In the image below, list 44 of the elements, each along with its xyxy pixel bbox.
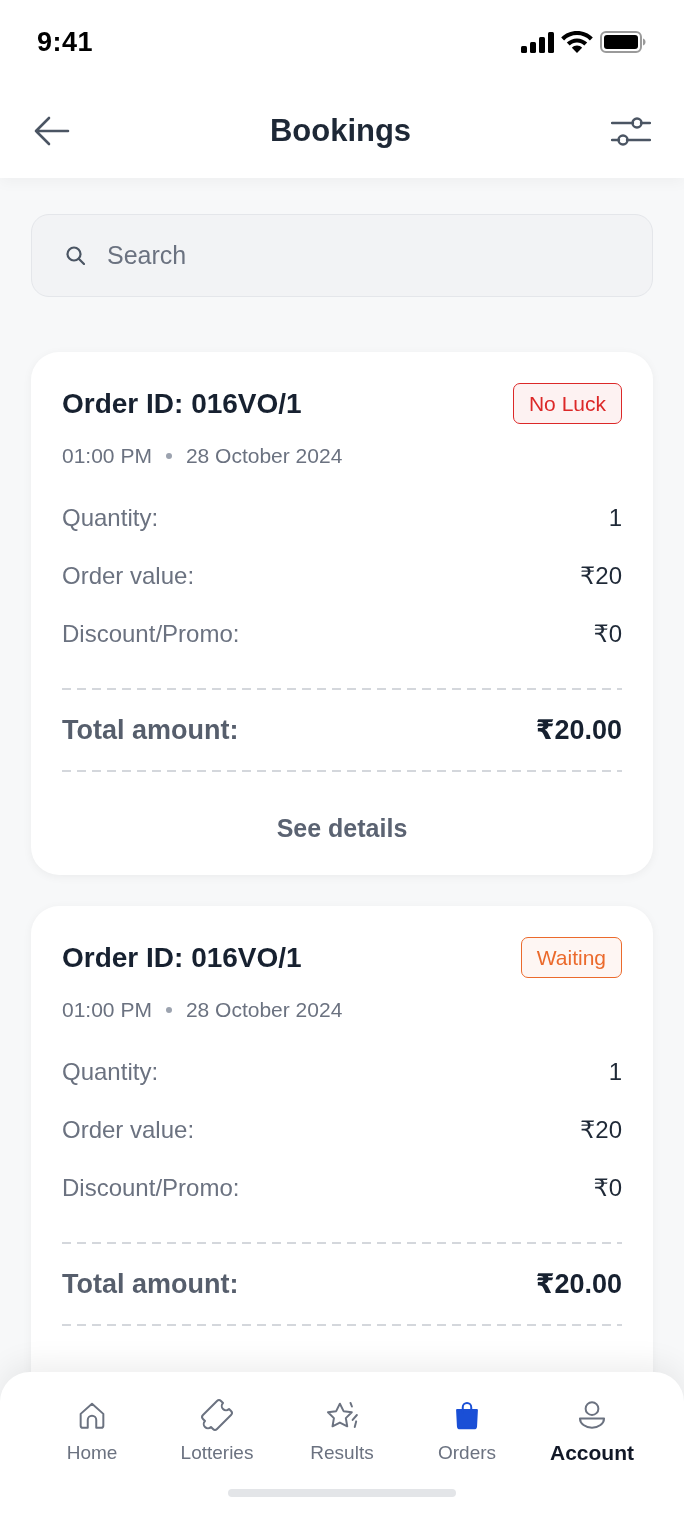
- row-label: Discount/Promo:: [62, 620, 240, 648]
- status-badge: Waiting: [520, 937, 622, 978]
- back-arrow-icon: [34, 116, 70, 146]
- back-button[interactable]: [34, 116, 70, 146]
- total-value: ₹20.00: [535, 1268, 622, 1300]
- filter-button[interactable]: [611, 116, 651, 146]
- row-label: Discount/Promo:: [62, 1174, 240, 1202]
- order-time: 01:00 PM: [62, 998, 152, 1022]
- total-label: Total amount:: [62, 714, 239, 746]
- dot-icon: [165, 1007, 172, 1013]
- filter-sliders-icon: [611, 116, 651, 146]
- ticket-icon: [200, 1398, 234, 1432]
- row-label: Order value:: [62, 562, 195, 590]
- dot-icon: [165, 453, 172, 459]
- search-icon: [66, 246, 85, 265]
- total-value: ₹20.00: [535, 714, 622, 746]
- signal-icon: [521, 31, 554, 53]
- order-date: 28 October 2024: [185, 998, 343, 1022]
- row-value: 1: [608, 504, 622, 532]
- nav-tab[interactable]: Lotteries: [154, 1398, 280, 1465]
- nav-tab[interactable]: Orders: [404, 1398, 530, 1465]
- row-label: Order value:: [62, 1116, 195, 1144]
- row-value: 1: [608, 1058, 622, 1086]
- total-label: Total amount:: [62, 1268, 239, 1300]
- see-details-link[interactable]: See details: [266, 808, 418, 848]
- wifi-icon: [561, 31, 593, 53]
- nav-tab[interactable]: Account: [529, 1398, 655, 1465]
- row-value: ₹0: [593, 620, 622, 648]
- nav-tab[interactable]: Home: [29, 1398, 155, 1465]
- order-date: 28 October 2024: [185, 444, 343, 468]
- order-id: Order ID: 016VO/1: [62, 941, 302, 974]
- row-value: ₹20: [580, 1116, 622, 1144]
- status-time: 9:41: [37, 26, 94, 58]
- status-badge: No Luck: [512, 383, 622, 424]
- order-time: 01:00 PM: [62, 444, 152, 468]
- order-id: Order ID: 016VO/1: [62, 387, 302, 420]
- nav-tab[interactable]: Results: [279, 1398, 405, 1465]
- row-label: Quantity:: [62, 1058, 159, 1086]
- row-value: ₹0: [593, 1174, 622, 1202]
- page-title: Bookings: [269, 113, 412, 149]
- search-field[interactable]: Search: [31, 214, 653, 297]
- row-value: ₹20: [580, 562, 622, 590]
- row-label: Quantity:: [62, 504, 159, 532]
- battery-icon: [600, 31, 646, 53]
